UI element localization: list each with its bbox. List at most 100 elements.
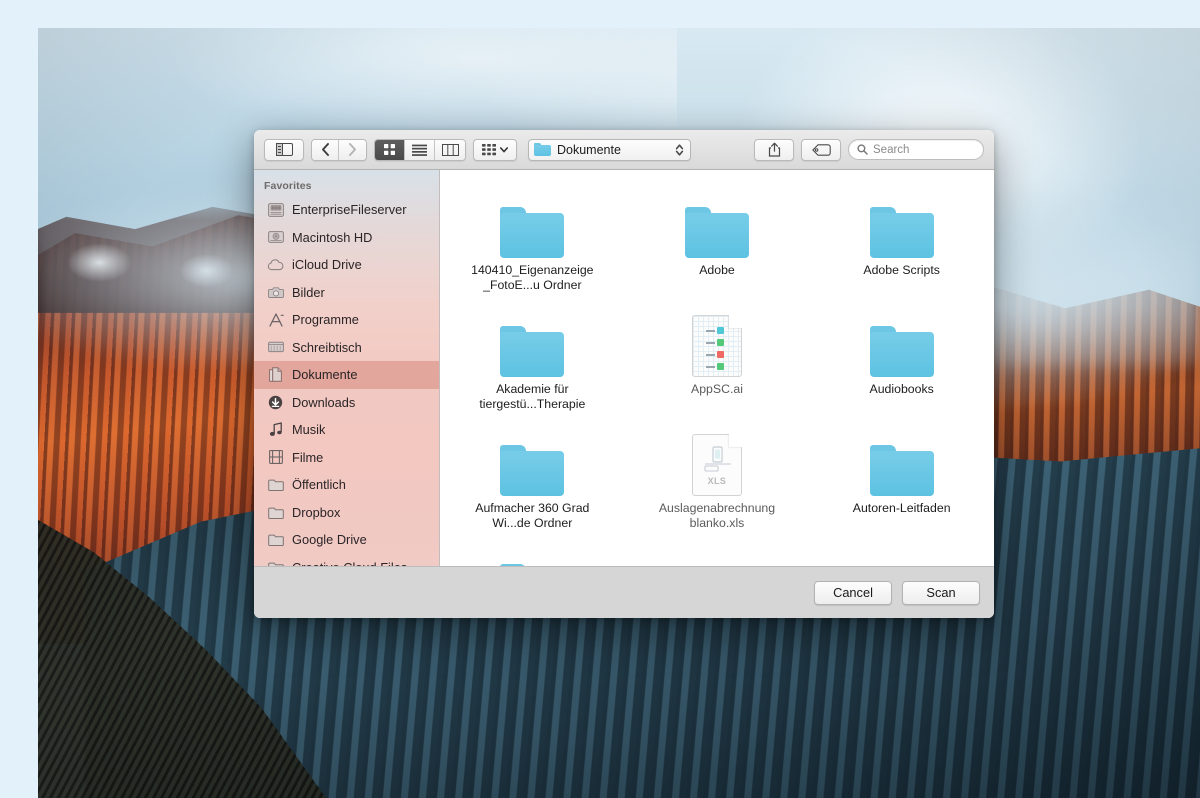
- sidebar-item-label: Dropbox: [292, 504, 341, 520]
- harddisk-icon: [267, 229, 284, 245]
- share-button[interactable]: [754, 138, 794, 161]
- path-popup-button[interactable]: Dokumente: [528, 138, 692, 161]
- sidebar-item-label: Filme: [292, 449, 324, 465]
- file-label: Audiobooks: [869, 382, 934, 396]
- sidebar-item-label: EnterpriseFileserver: [292, 202, 407, 218]
- file-label: Auslagenabrechnung blanko.xls: [658, 501, 776, 530]
- sidebar-item-icloud-drive[interactable]: iCloud Drive: [254, 251, 439, 279]
- sidebar-item-enterprisefileserver[interactable]: EnterpriseFileserver: [254, 196, 439, 224]
- sidebar-item-label: Bilder: [292, 284, 325, 300]
- file-item[interactable]: 140410_Eigenanzeige_FotoE...u Ordner: [448, 184, 616, 303]
- sidebar-item-musik[interactable]: Musik: [254, 416, 439, 444]
- desktop-icon: [267, 339, 284, 355]
- file-item[interactable]: Autoren-Leitfaden: [818, 422, 986, 541]
- navigation-buttons: [311, 138, 367, 161]
- excel-file-icon: XLS: [691, 422, 742, 496]
- sidebar-toggle-icon: [275, 143, 293, 156]
- file-item[interactable]: Adobe Scripts: [818, 184, 986, 303]
- view-icon-button[interactable]: [375, 139, 405, 160]
- sidebar-item-label: Schreibtisch: [292, 339, 362, 355]
- folder-icon: [267, 504, 284, 520]
- dialog-footer: Cancel Scan: [254, 566, 994, 618]
- sidebar-item-label: Google Drive: [292, 532, 367, 548]
- sidebar-item-downloads[interactable]: Downloads: [254, 389, 439, 417]
- sidebar-section-header: Favorites: [264, 180, 312, 192]
- file-open-dialog: Dokumente Search Favorites EnterpriseFil…: [254, 130, 994, 618]
- folder-icon: [267, 532, 284, 548]
- chevron-left-icon: [321, 143, 329, 156]
- search-field[interactable]: Search: [848, 139, 984, 160]
- sidebar-item-label: Öffentlich: [292, 477, 346, 493]
- file-browser-content[interactable]: 140410_Eigenanzeige_FotoE...u Ordner Ado…: [440, 170, 994, 566]
- path-folder-icon: [534, 143, 551, 156]
- dialog-toolbar: Dokumente Search: [254, 130, 994, 170]
- file-item[interactable]: Akademie für tiergestü...Therapie: [448, 303, 616, 422]
- dialog-body: Favorites EnterpriseFileserver Macintosh…: [254, 170, 994, 566]
- music-icon: [267, 422, 284, 438]
- folder-icon: [500, 541, 564, 566]
- sidebar-item-label: Dokumente: [292, 367, 358, 383]
- sidebar-item-label: Musik: [292, 422, 326, 438]
- view-mode-buttons: [374, 138, 466, 161]
- applications-icon: [267, 312, 284, 328]
- downloads-icon: [267, 394, 284, 410]
- cloud-icon: [267, 257, 284, 273]
- tag-button[interactable]: [801, 138, 841, 161]
- search-icon: [857, 144, 868, 155]
- file-item[interactable]: Adobe: [633, 184, 801, 303]
- sidebar-item-bilder[interactable]: Bilder: [254, 279, 439, 307]
- file-label: 140410_Eigenanzeige_FotoE...u Ordner: [471, 263, 594, 292]
- folder-icon: [869, 422, 934, 496]
- sidebar-toggle-button[interactable]: [264, 138, 304, 161]
- sidebar-item-filme[interactable]: Filme: [254, 444, 439, 472]
- file-item[interactable]: [448, 541, 616, 566]
- file-label: Aufmacher 360 Grad Wi...de Ordner: [475, 501, 590, 530]
- sidebar-item-label: Programme: [292, 312, 359, 328]
- view-column-button[interactable]: [435, 139, 465, 160]
- documents-icon: [267, 367, 284, 383]
- back-button[interactable]: [312, 139, 339, 160]
- folder-icon: [267, 559, 284, 566]
- tag-icon: [811, 143, 831, 156]
- cancel-button[interactable]: Cancel: [814, 580, 892, 605]
- chevron-right-icon: [349, 143, 356, 156]
- file-label: Adobe Scripts: [863, 263, 940, 277]
- view-list-button[interactable]: [405, 139, 435, 160]
- sidebar-item-macintosh-hd[interactable]: Macintosh HD: [254, 224, 439, 252]
- sidebar-item-oeffentlich[interactable]: Öffentlich: [254, 471, 439, 499]
- folder-icon: [267, 477, 284, 493]
- sidebar-item-programme[interactable]: Programme: [254, 306, 439, 334]
- path-popup-label: Dokumente: [557, 142, 621, 157]
- file-item[interactable]: [633, 541, 801, 566]
- illustrator-file-icon: [691, 303, 742, 377]
- scan-button[interactable]: Scan: [902, 580, 980, 605]
- sidebar-item-label: Macintosh HD: [292, 229, 373, 245]
- forward-button[interactable]: [339, 139, 366, 160]
- server-icon: [267, 202, 284, 218]
- chevron-down-icon: [500, 146, 508, 152]
- share-icon: [768, 142, 780, 157]
- file-grid: 140410_Eigenanzeige_FotoE...u Ordner Ado…: [440, 170, 994, 566]
- sidebar-item-creative-cloud-files[interactable]: Creative Cloud Files: [254, 554, 439, 566]
- file-item[interactable]: AppSC.ai: [633, 303, 801, 422]
- sidebar-item-schreibtisch[interactable]: Schreibtisch: [254, 334, 439, 362]
- folder-icon: [684, 184, 749, 258]
- file-item[interactable]: INDD: [818, 541, 986, 566]
- column-view-icon: [441, 143, 459, 156]
- sidebar-item-dokumente[interactable]: Dokumente: [254, 361, 439, 389]
- movies-icon: [267, 449, 284, 465]
- file-label: Autoren-Leitfaden: [852, 501, 951, 515]
- arrange-button[interactable]: [473, 138, 517, 161]
- sidebar-item-label: iCloud Drive: [292, 257, 362, 273]
- folder-icon: [500, 422, 565, 496]
- folder-icon: [500, 303, 565, 377]
- file-label: AppSC.ai: [691, 382, 743, 396]
- file-label: Adobe: [699, 263, 735, 277]
- file-item[interactable]: XLS Auslagenabrechnung blanko.xls: [633, 422, 801, 541]
- file-item[interactable]: Audiobooks: [818, 303, 986, 422]
- sidebar-item-dropbox[interactable]: Dropbox: [254, 499, 439, 527]
- file-item[interactable]: Aufmacher 360 Grad Wi...de Ordner: [448, 422, 616, 541]
- folder-icon: [869, 184, 934, 258]
- indesign-file-icon: INDD: [874, 541, 930, 566]
- sidebar-item-google-drive[interactable]: Google Drive: [254, 526, 439, 554]
